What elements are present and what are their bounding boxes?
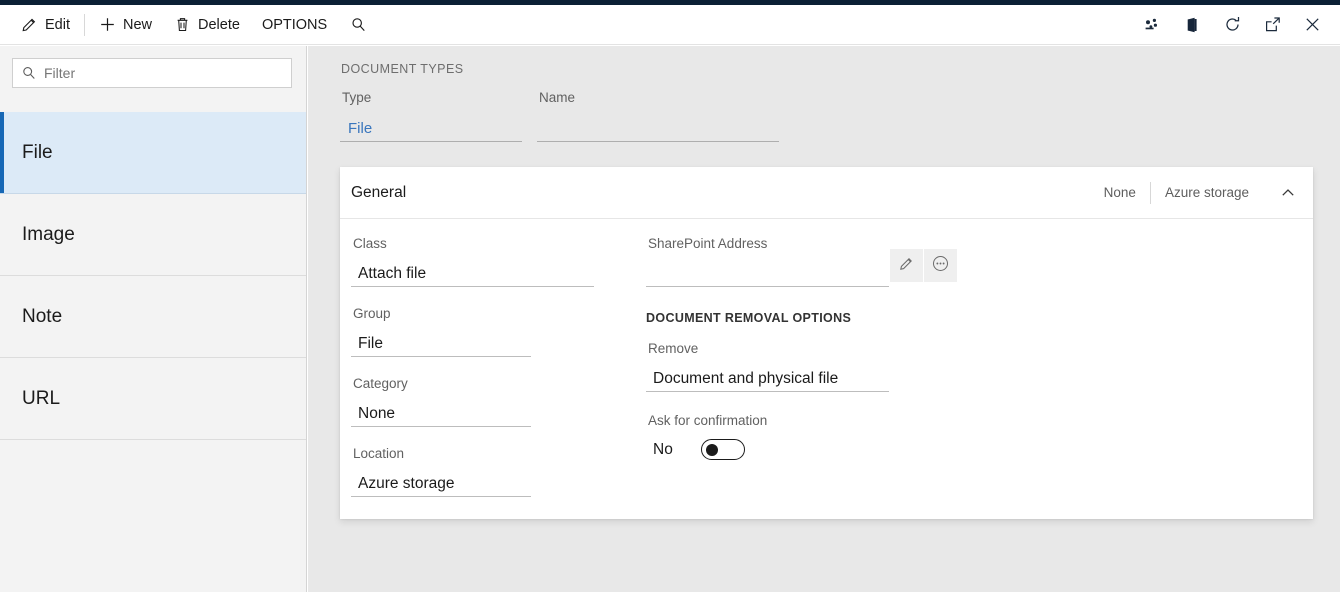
close-icon[interactable]	[1292, 8, 1332, 42]
delete-button[interactable]: Delete	[163, 9, 251, 41]
sharepoint-actions	[890, 249, 957, 282]
ask-for-confirmation-value: No	[646, 441, 701, 459]
trash-icon	[174, 16, 191, 33]
group-field-label: Group	[351, 306, 671, 321]
edit-button-label: Edit	[45, 17, 70, 33]
sidebar-item-label: Note	[22, 306, 62, 328]
group-field: Group File	[351, 306, 671, 357]
remove-field-value[interactable]: Document and physical file	[646, 367, 889, 392]
sidebar-item-label: URL	[22, 388, 60, 410]
chevron-up-icon[interactable]	[1269, 174, 1307, 212]
category-field-label: Category	[351, 376, 671, 391]
refresh-icon[interactable]	[1212, 8, 1252, 42]
location-field-label: Location	[351, 446, 671, 461]
location-field-value[interactable]: Azure storage	[351, 472, 531, 497]
search-icon	[21, 65, 37, 81]
remove-field-label: Remove	[646, 341, 1076, 356]
sidebar-item-file[interactable]: File	[0, 112, 306, 194]
type-field: Type File	[340, 90, 522, 142]
search-icon	[350, 16, 367, 33]
filter-box[interactable]	[12, 58, 292, 88]
open-in-new-window-icon[interactable]	[1252, 8, 1292, 42]
page-title: DOCUMENT TYPES	[341, 62, 464, 76]
document-removal-options-caption: DOCUMENT REMOVAL OPTIONS	[646, 311, 1076, 325]
group-field-value[interactable]: File	[351, 332, 531, 357]
general-card: General None Azure storage Cl	[340, 167, 1313, 519]
ask-for-confirmation-field: Ask for confirmation No	[646, 413, 1076, 460]
new-button[interactable]: New	[88, 9, 163, 41]
command-bar: Edit New Delet	[0, 5, 1340, 45]
application-window: Edit New Delet	[0, 0, 1340, 592]
general-left-column: Class Attach file Group File Category No…	[351, 219, 671, 497]
header-fields: Type File Name	[340, 90, 779, 142]
document-type-list: File Image Note URL	[0, 112, 306, 440]
summary-tag-category: None	[1090, 185, 1150, 200]
sidebar: File Image Note URL	[0, 46, 307, 592]
plus-icon	[99, 16, 116, 33]
ask-for-confirmation-label: Ask for confirmation	[646, 413, 1076, 428]
pencil-icon	[898, 255, 915, 277]
toggle-knob	[706, 444, 718, 456]
sidebar-item-label: Image	[22, 224, 75, 246]
command-bar-divider	[84, 14, 85, 36]
ask-for-confirmation-toggle[interactable]	[701, 439, 745, 460]
delete-button-label: Delete	[198, 17, 240, 33]
class-field-value[interactable]: Attach file	[351, 262, 594, 287]
class-field-label: Class	[351, 236, 671, 251]
sidebar-item-note[interactable]: Note	[0, 276, 306, 358]
office-app-icon[interactable]	[1172, 8, 1212, 42]
command-bar-right-group	[1132, 5, 1340, 44]
class-field: Class Attach file	[351, 236, 671, 287]
general-right-column: SharePoint Address	[646, 219, 1076, 460]
settings-icon[interactable]	[1132, 8, 1172, 42]
sidebar-item-label: File	[22, 142, 53, 164]
sharepoint-address-label: SharePoint Address	[646, 236, 1076, 251]
category-field: Category None	[351, 376, 671, 427]
ellipsis-circle-icon	[931, 254, 950, 278]
ask-for-confirmation-row: No	[646, 439, 1076, 460]
summary-tag-location: Azure storage	[1151, 185, 1263, 200]
name-field-value[interactable]	[537, 117, 779, 142]
sharepoint-edit-button[interactable]	[890, 249, 923, 282]
type-field-value[interactable]: File	[340, 117, 522, 142]
location-field: Location Azure storage	[351, 446, 671, 497]
sharepoint-address-field: SharePoint Address	[646, 236, 1076, 287]
sidebar-item-url[interactable]: URL	[0, 358, 306, 440]
remove-field: Remove Document and physical file	[646, 341, 1076, 392]
general-card-summary: None Azure storage	[1090, 167, 1307, 218]
main-content: DOCUMENT TYPES Type File Name General No…	[308, 46, 1340, 592]
search-button[interactable]	[338, 9, 379, 41]
pencil-icon	[21, 16, 38, 33]
general-card-header[interactable]: General None Azure storage	[340, 167, 1313, 219]
filter-input[interactable]	[44, 65, 283, 81]
category-field-value[interactable]: None	[351, 402, 531, 427]
sharepoint-address-value[interactable]	[646, 262, 889, 287]
name-field-label: Name	[537, 90, 779, 105]
new-button-label: New	[123, 17, 152, 33]
name-field: Name	[537, 90, 779, 142]
filter-container	[0, 46, 306, 88]
general-card-body: Class Attach file Group File Category No…	[340, 219, 1313, 518]
sidebar-item-image[interactable]: Image	[0, 194, 306, 276]
sharepoint-more-button[interactable]	[924, 249, 957, 282]
options-button-label: OPTIONS	[262, 17, 327, 33]
type-field-label: Type	[340, 90, 522, 105]
command-bar-left-group: Edit New Delet	[0, 5, 379, 44]
edit-button[interactable]: Edit	[10, 9, 81, 41]
general-card-title: General	[351, 184, 406, 202]
options-button[interactable]: OPTIONS	[251, 9, 338, 41]
